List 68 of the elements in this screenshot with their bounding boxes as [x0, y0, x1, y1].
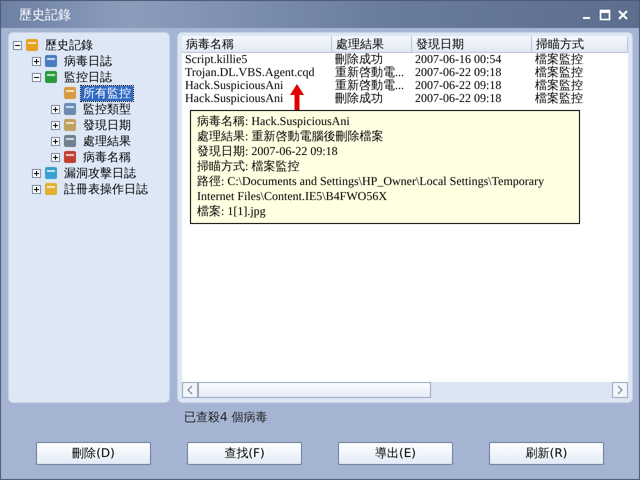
expander-icon[interactable] — [51, 136, 60, 146]
column-header[interactable]: 處理結果 — [332, 36, 412, 52]
tree-item[interactable]: 漏洞攻擊日誌 — [62, 166, 138, 180]
tree-item[interactable]: 所有監控 — [81, 86, 133, 100]
window-title: 歷史記錄 — [19, 6, 72, 24]
expander-icon[interactable] — [32, 72, 41, 82]
maximize-icon[interactable] — [599, 8, 611, 20]
tree-item[interactable]: 歷史記錄 — [43, 38, 95, 52]
tree-item[interactable]: 發現日期 — [81, 118, 133, 132]
table-cell-text: 重新啓動電... — [334, 66, 405, 79]
table-cell-text: 重新啓動電... — [334, 79, 405, 92]
scroll-thumb[interactable] — [198, 382, 431, 398]
horizontal-scrollbar[interactable] — [182, 382, 628, 398]
table-cell-text: Script.killie5 — [184, 53, 248, 66]
node-icon — [24, 37, 40, 53]
node-icon — [62, 149, 78, 165]
table-cell-text: Hack.SuspiciousAni — [184, 92, 284, 105]
table-cell-text: 檔案監控 — [534, 53, 584, 66]
expander-icon[interactable] — [32, 56, 41, 66]
tooltip-line: 掃瞄方式: 檔案監控 — [197, 159, 300, 174]
expander-icon[interactable] — [32, 184, 41, 194]
expander-icon[interactable] — [51, 152, 60, 162]
expander-icon[interactable] — [51, 120, 60, 130]
expander-icon[interactable] — [51, 104, 60, 114]
node-icon — [62, 85, 78, 101]
action-button[interactable]: 刪除(D) — [36, 442, 151, 465]
tree-item[interactable]: 監控日誌 — [62, 70, 114, 84]
tree-item[interactable]: 病毒名稱 — [81, 150, 133, 164]
node-icon — [43, 181, 59, 197]
table-cell-text: 2007-06-22 09:18 — [414, 79, 502, 92]
table-cell-text: Hack.SuspiciousAni — [184, 79, 284, 92]
node-icon — [62, 101, 78, 117]
status-text: 已查殺4 個病毒 — [183, 409, 268, 426]
node-icon — [43, 69, 59, 85]
node-icon — [62, 133, 78, 149]
action-button[interactable]: 刷新(R) — [489, 442, 604, 465]
close-icon[interactable] — [617, 8, 629, 20]
table-cell-text: 2007-06-22 09:18 — [414, 66, 502, 79]
table-cell-text: Trojan.DL.VBS.Agent.cqd — [184, 66, 316, 79]
tree-item[interactable]: 病毒日誌 — [62, 54, 114, 68]
node-icon — [43, 165, 59, 181]
tooltip-line: 病毒名稱: Hack.SuspiciousAni — [197, 114, 351, 129]
table-cell-text: 刪除成功 — [334, 92, 384, 105]
table-cell-text: 檔案監控 — [534, 66, 584, 79]
table-cell-text: 2007-06-22 09:18 — [414, 92, 502, 105]
table-cell-text: 2007-06-16 00:54 — [414, 53, 502, 66]
scroll-left-icon[interactable] — [182, 382, 198, 398]
tooltip-line: 發現日期: 2007-06-22 09:18 — [197, 144, 339, 159]
table-cell-text: 檔案監控 — [534, 92, 584, 105]
table-cell-text: 刪除成功 — [334, 53, 384, 66]
pointer-arrow-icon — [290, 84, 304, 112]
tree-item[interactable]: 監控類型 — [81, 102, 133, 116]
column-header[interactable]: 發現日期 — [412, 36, 532, 52]
tooltip-line: 路徑: C:\Documents and Settings\HP_Owner\Local Settings\Temporary Internet Files\Content.IE5\B4FWO56X — [197, 174, 546, 204]
expander-icon[interactable] — [32, 168, 41, 178]
action-button[interactable]: 查找(F) — [187, 442, 302, 465]
action-button[interactable]: 導出(E) — [338, 442, 453, 465]
expander-icon[interactable] — [13, 40, 22, 50]
table-cell-text: 檔案監控 — [534, 79, 584, 92]
tooltip-line: 檔案: 1[1].jpg — [197, 204, 267, 219]
node-icon — [43, 53, 59, 69]
tooltip-line: 處理結果: 重新啓動電腦後刪除檔案 — [197, 129, 384, 144]
tree-item[interactable]: 註冊表操作日誌 — [62, 182, 150, 196]
scroll-right-icon[interactable] — [612, 382, 628, 398]
tree-item[interactable]: 處理結果 — [81, 134, 133, 148]
column-header[interactable]: 掃瞄方式 — [532, 36, 628, 52]
column-header[interactable]: 病毒名稱 — [182, 36, 332, 52]
node-icon — [62, 117, 78, 133]
